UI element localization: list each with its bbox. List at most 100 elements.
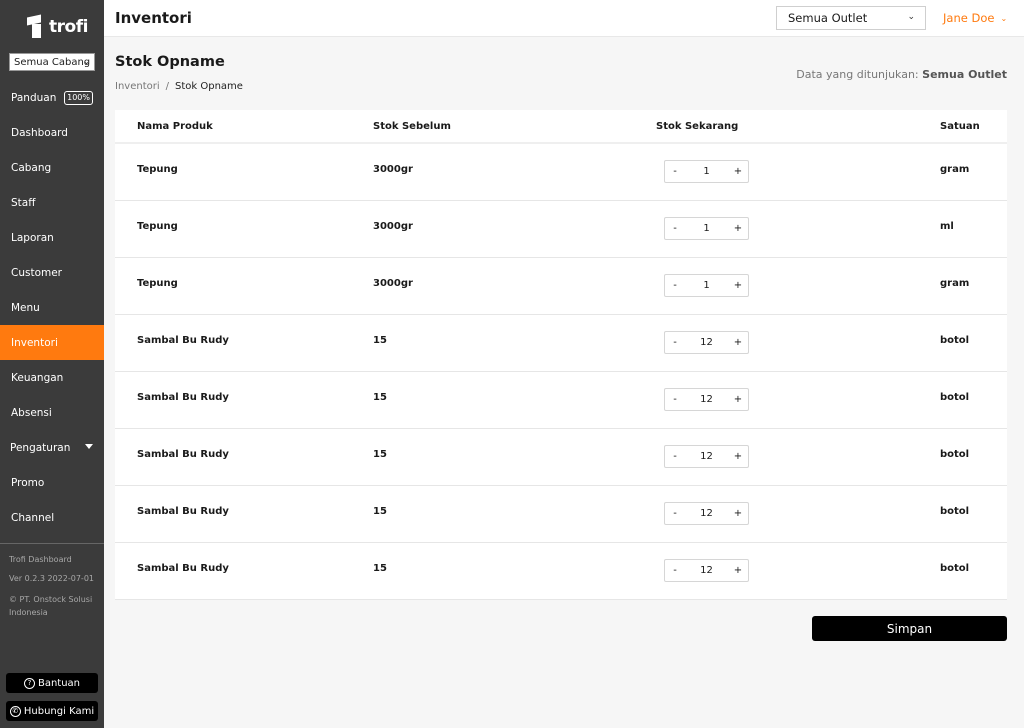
unit: botol (940, 335, 970, 346)
user-name: Jane Doe (943, 11, 995, 25)
sidebar-item-label: Dashboard (11, 126, 68, 139)
sidebar-item-menu[interactable]: Menu (0, 290, 104, 325)
increment-button[interactable]: + (728, 560, 748, 581)
decrement-button[interactable]: - (665, 218, 685, 239)
header-title: Inventori (115, 9, 192, 27)
breadcrumb-separator: / (165, 81, 169, 92)
chevron-down-icon: ⌄ (907, 12, 915, 22)
product-name: Sambal Bu Rudy (137, 563, 229, 574)
save-button[interactable]: Simpan (812, 616, 1007, 641)
page-title: Stok Opname (115, 54, 225, 70)
quantity-input[interactable]: 12 (685, 451, 728, 462)
sidebar-item-absensi[interactable]: Absensi (0, 395, 104, 430)
quantity-stepper: -12 + (664, 388, 749, 411)
sidebar-item-laporan[interactable]: Laporan (0, 220, 104, 255)
quantity-input[interactable]: 12 (685, 394, 728, 405)
product-name: Sambal Bu Rudy (137, 506, 229, 517)
product-name: Sambal Bu Rudy (137, 392, 229, 403)
table-body: Tepung 3000gr -1 + gram Tepung 3000gr -1 + ml Tepu… (115, 144, 1007, 600)
decrement-button[interactable]: - (665, 560, 685, 581)
user-menu[interactable]: Jane Doe ⌄ (943, 11, 1007, 25)
increment-button[interactable]: + (728, 275, 748, 296)
quantity-stepper: -1 + (664, 217, 749, 240)
sidebar-item-dashboard[interactable]: Dashboard (0, 115, 104, 150)
shown-data-value: Semua Outlet (922, 68, 1007, 81)
decrement-button[interactable]: - (665, 389, 685, 410)
increment-button[interactable]: + (728, 218, 748, 239)
table-row: Tepung 3000gr -1 + gram (115, 144, 1007, 201)
stock-before: 3000gr (373, 164, 413, 175)
column-header-stock-before: Stok Sebelum (373, 121, 451, 132)
increment-button[interactable]: + (728, 389, 748, 410)
trofi-logo-icon (27, 14, 45, 38)
chevron-down-icon: ⌄ (1000, 13, 1008, 23)
contact-button[interactable]: ✆ Hubungi Kami (6, 701, 98, 721)
sidebar-item-customer[interactable]: Customer (0, 255, 104, 290)
sidebar-item-label: Cabang (11, 161, 52, 174)
product-name: Tepung (137, 221, 178, 232)
sidebar-item-keuangan[interactable]: Keuangan (0, 360, 104, 395)
increment-button[interactable]: + (728, 332, 748, 353)
table-row: Sambal Bu Rudy 15 -12 + botol (115, 315, 1007, 372)
stock-before: 15 (373, 506, 387, 517)
help-button-label: Bantuan (37, 677, 81, 689)
increment-button[interactable]: + (728, 446, 748, 467)
sidebar-item-label: Customer (11, 266, 63, 279)
sidebar-item-channel[interactable]: Channel (0, 500, 104, 535)
logo[interactable]: trofi (27, 14, 88, 38)
unit: gram (940, 164, 970, 175)
progress-badge: 100% (64, 91, 93, 105)
decrement-button[interactable]: - (665, 332, 685, 353)
unit: botol (940, 392, 970, 403)
product-name: Sambal Bu Rudy (137, 335, 229, 346)
sidebar-item-label: Pengaturan (10, 441, 71, 454)
sidebar-item-label: Staff (11, 196, 36, 209)
quantity-stepper: -12 + (664, 445, 749, 468)
stock-before: 15 (373, 563, 387, 574)
decrement-button[interactable]: - (665, 275, 685, 296)
outlet-select[interactable]: Semua Outlet ⌄ (776, 6, 926, 30)
sidebar-item-promo[interactable]: Promo (0, 465, 104, 500)
quantity-input[interactable]: 12 (685, 337, 728, 348)
quantity-input[interactable]: 12 (685, 565, 728, 576)
sidebar-item-inventori[interactable]: Inventori (0, 325, 104, 360)
table-row: Tepung 3000gr -1 + ml (115, 201, 1007, 258)
sidebar-item-label: Promo (11, 476, 45, 489)
quantity-stepper: -12 + (664, 502, 749, 525)
table-header: Nama Produk Stok Sebelum Stok Sekarang S… (115, 110, 1007, 144)
sidebar-item-label: Panduan (11, 91, 57, 104)
breadcrumb: Inventori / Stok Opname (115, 81, 243, 92)
increment-button[interactable]: + (728, 503, 748, 524)
column-header-unit: Satuan (940, 121, 980, 132)
quantity-stepper: -1 + (664, 160, 749, 183)
outlet-select-value: Semua Outlet (788, 11, 868, 25)
increment-button[interactable]: + (728, 161, 748, 182)
table-row: Sambal Bu Rudy 15 -12 + botol (115, 372, 1007, 429)
decrement-button[interactable]: - (665, 503, 685, 524)
unit: gram (940, 278, 970, 289)
sidebar-item-panduan[interactable]: Panduan 100% (0, 80, 104, 115)
stock-opname-table: Nama Produk Stok Sebelum Stok Sekarang S… (115, 110, 1007, 600)
quantity-input[interactable]: 1 (685, 223, 728, 234)
sidebar-item-cabang[interactable]: Cabang (0, 150, 104, 185)
sidebar: trofi Semua Cabang ⌄ Panduan 100% Dashbo… (0, 0, 104, 728)
branch-select[interactable]: Semua Cabang ⌄ (9, 53, 95, 71)
quantity-input[interactable]: 12 (685, 508, 728, 519)
column-header-product: Nama Produk (137, 121, 213, 132)
sidebar-item-label: Menu (11, 301, 40, 314)
decrement-button[interactable]: - (665, 446, 685, 467)
stock-before: 15 (373, 392, 387, 403)
sidebar-divider (0, 543, 104, 544)
branch-select-value: Semua Cabang (14, 56, 91, 68)
decrement-button[interactable]: - (665, 161, 685, 182)
sidebar-item-pengaturan[interactable]: Pengaturan (0, 430, 104, 465)
help-button[interactable]: ? Bantuan (6, 673, 98, 693)
stock-before: 15 (373, 449, 387, 460)
quantity-input[interactable]: 1 (685, 166, 728, 177)
sidebar-item-staff[interactable]: Staff (0, 185, 104, 220)
contact-button-label: Hubungi Kami (23, 705, 95, 717)
breadcrumb-current: Stok Opname (175, 81, 243, 92)
quantity-stepper: -1 + (664, 274, 749, 297)
quantity-input[interactable]: 1 (685, 280, 728, 291)
breadcrumb-inventori[interactable]: Inventori (115, 81, 160, 92)
